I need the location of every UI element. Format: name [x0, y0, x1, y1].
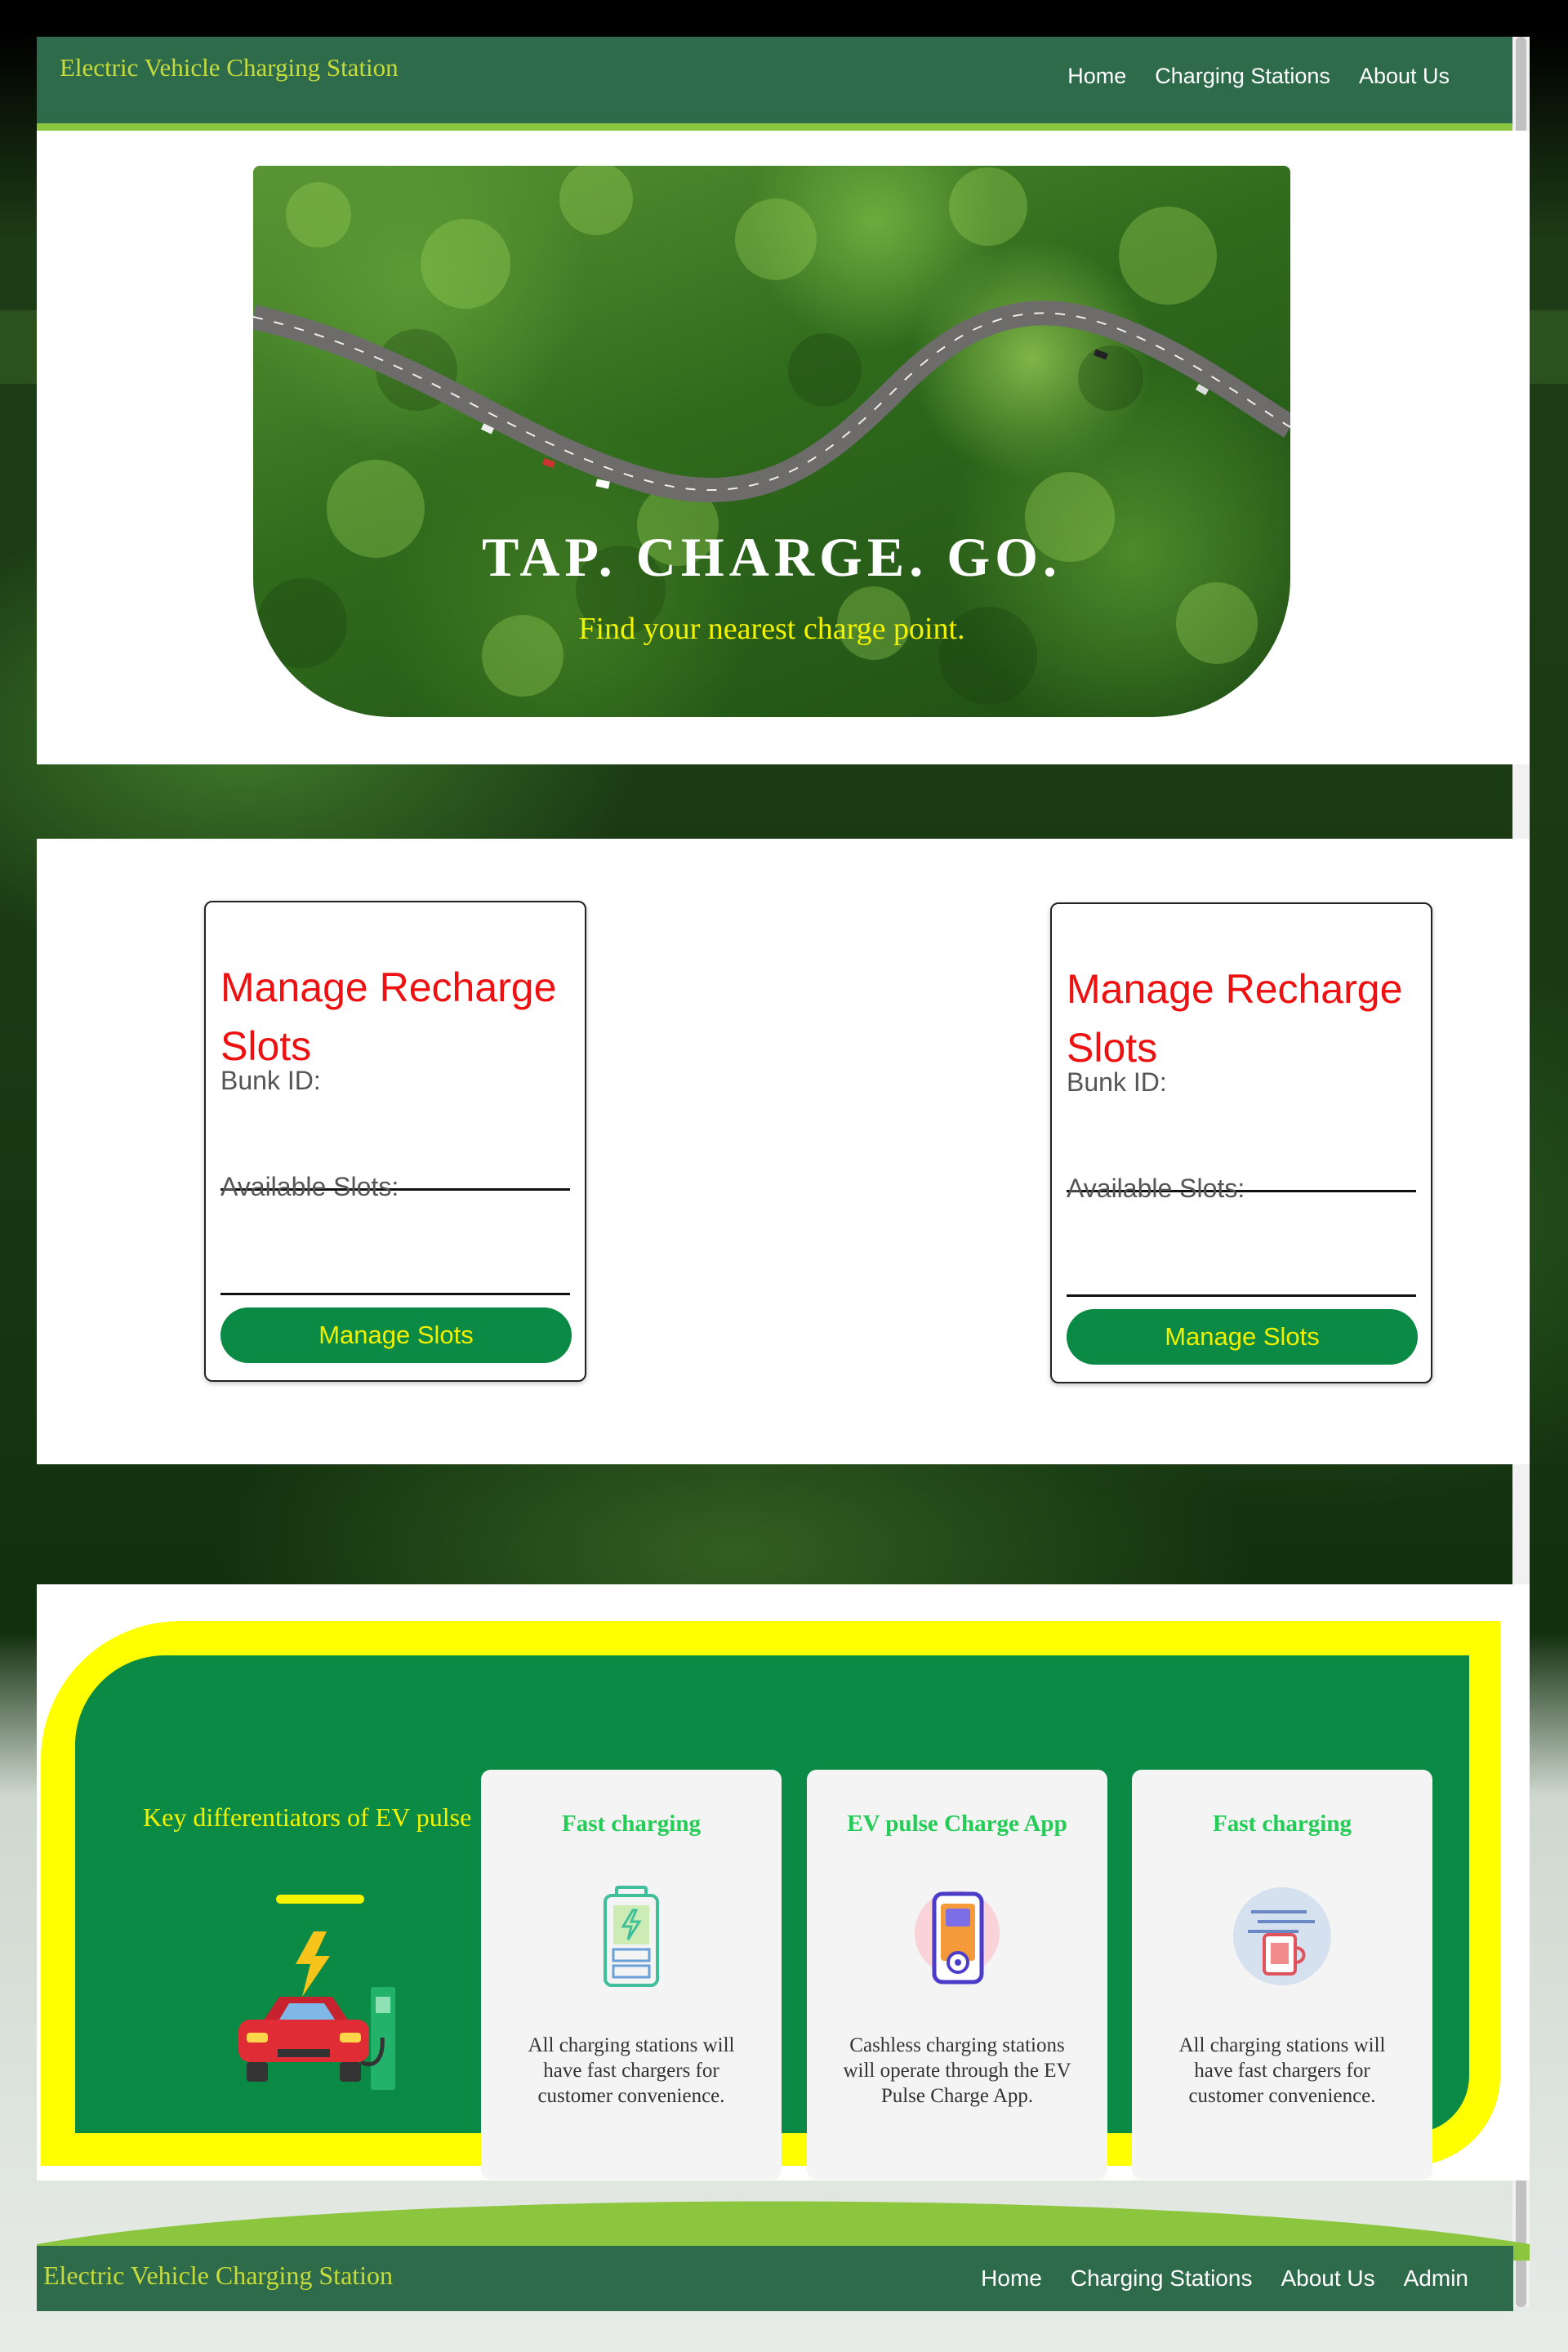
ev-car-charging-icon: [238, 1931, 395, 2090]
available-slots-label: Available Slots:: [220, 1172, 399, 1201]
available-slots-input[interactable]: [220, 1293, 570, 1295]
slot-card-title: Manage Recharge Slots: [1067, 966, 1403, 1071]
footer-nav-about-us[interactable]: About Us: [1281, 2265, 1374, 2292]
available-slots-label: Available Slots:: [1067, 1174, 1245, 1203]
hero-subtitle: Find your nearest charge point.: [578, 612, 965, 646]
manage-slots-button[interactable]: Manage Slots: [220, 1307, 572, 1363]
differentiators-panel: Key differentiators of EV pulse Fast cha…: [75, 1655, 1469, 2180]
footer: Electric Vehicle Charging Station Home C…: [37, 2246, 1513, 2311]
footer-nav-charging-stations[interactable]: Charging Stations: [1071, 2265, 1253, 2292]
phone-app-icon: [915, 1891, 1000, 1984]
feature-card-text: All charging stations will have fast cha…: [528, 2034, 735, 2107]
feature-card-title: EV pulse Charge App: [847, 1811, 1067, 1837]
nav-about-us[interactable]: About Us: [1359, 64, 1450, 89]
nav-home[interactable]: Home: [1067, 64, 1126, 89]
feature-card-text: Cashless charging stations will operate …: [843, 2034, 1071, 2107]
site-brand[interactable]: Electric Vehicle Charging Station: [60, 53, 399, 82]
feature-card-title: Fast charging: [1213, 1811, 1352, 1837]
footer-brand[interactable]: Electric Vehicle Charging Station: [43, 2261, 393, 2291]
differentiators-heading: Key differentiators of EV pulse: [143, 1802, 472, 1832]
top-navbar: Electric Vehicle Charging Station Home C…: [37, 37, 1530, 131]
slots-section: Manage Recharge Slots Bunk ID: Available…: [37, 839, 1530, 1464]
slot-card-title: Manage Recharge Slots: [220, 964, 557, 1069]
hero-banner: TAP. CHARGE. GO. Find your nearest charg…: [253, 166, 1290, 717]
hero-section: TAP. CHARGE. GO. Find your nearest charg…: [37, 131, 1530, 764]
main-nav: Home Charging Stations About Us: [1067, 64, 1450, 89]
feature-card: Fast charging All charging stations will…: [481, 1770, 782, 2180]
nav-charging-stations[interactable]: Charging Stations: [1155, 64, 1330, 89]
hero-title: TAP. CHARGE. GO.: [482, 526, 1062, 588]
manage-slots-button[interactable]: Manage Slots: [1067, 1309, 1418, 1365]
feature-card: EV pulse Charge App Cashless charging st…: [807, 1770, 1107, 2180]
footer-nav-admin[interactable]: Admin: [1404, 2265, 1468, 2292]
slot-card: Manage Recharge Slots Bunk ID: Available…: [1050, 902, 1432, 1383]
bunk-id-label: Bunk ID:: [220, 1066, 321, 1095]
differentiators-section: Key differentiators of EV pulse Fast cha…: [37, 1584, 1530, 2180]
feature-card: Fast charging All charging stations will…: [1132, 1770, 1432, 2180]
slot-card: Manage Recharge Slots Bunk ID: Available…: [204, 901, 586, 1382]
bunk-id-label: Bunk ID:: [1067, 1067, 1167, 1097]
battery-icon: [604, 1886, 659, 1987]
heading-underline: [276, 1895, 364, 1904]
feature-card-title: Fast charging: [562, 1811, 701, 1837]
fast-charger-icon: [1233, 1887, 1331, 1985]
feature-card-text: All charging stations will have fast cha…: [1178, 2034, 1386, 2107]
footer-nav: Home Charging Stations About Us Admin: [981, 2265, 1468, 2292]
footer-nav-home[interactable]: Home: [981, 2265, 1042, 2292]
available-slots-input[interactable]: [1067, 1294, 1416, 1297]
